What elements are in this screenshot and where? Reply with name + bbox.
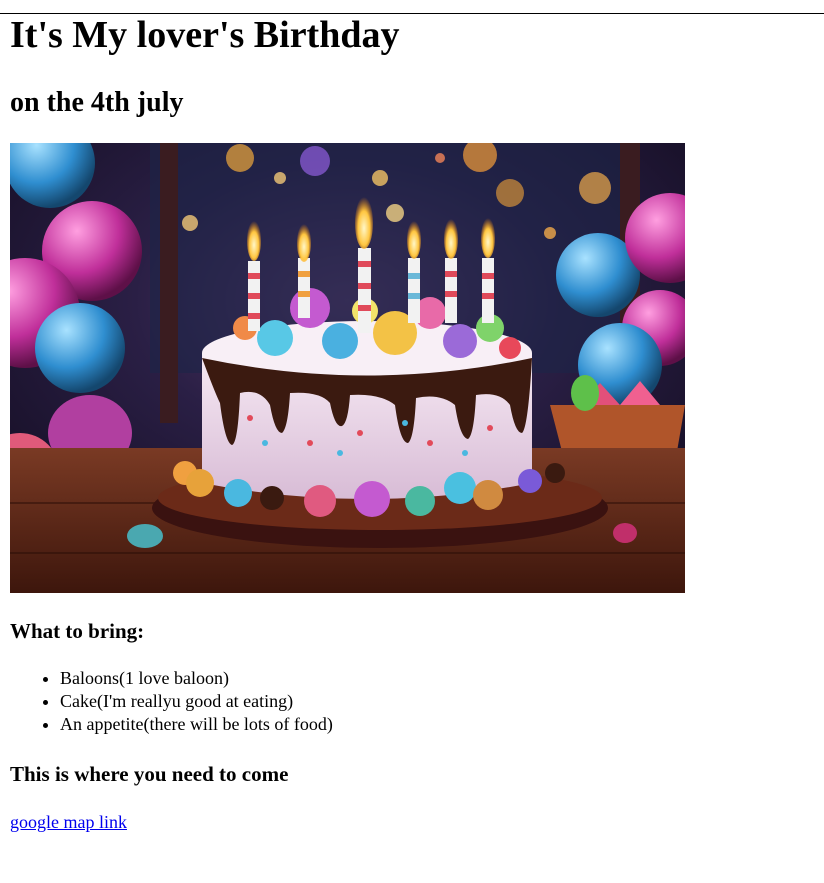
- list-item: Cake(I'm reallyu good at eating): [60, 690, 814, 713]
- list-item: An appetite(there will be lots of food): [60, 713, 814, 736]
- google-map-link[interactable]: google map link: [10, 811, 127, 834]
- page-title: It's My lover's Birthday: [10, 14, 400, 56]
- list-item: Baloons(1 love baloon): [60, 667, 814, 690]
- birthday-cake-image: [10, 143, 685, 593]
- page-content: It's My lover's Birthday on the 4th july: [0, 13, 824, 834]
- bring-list: Baloons(1 love baloon) Cake(I'm reallyu …: [10, 667, 814, 736]
- bring-heading: What to bring:: [10, 619, 145, 643]
- page-subtitle: on the 4th july: [10, 87, 184, 118]
- top-border: [0, 13, 824, 14]
- location-heading: This is where you need to come: [10, 762, 289, 786]
